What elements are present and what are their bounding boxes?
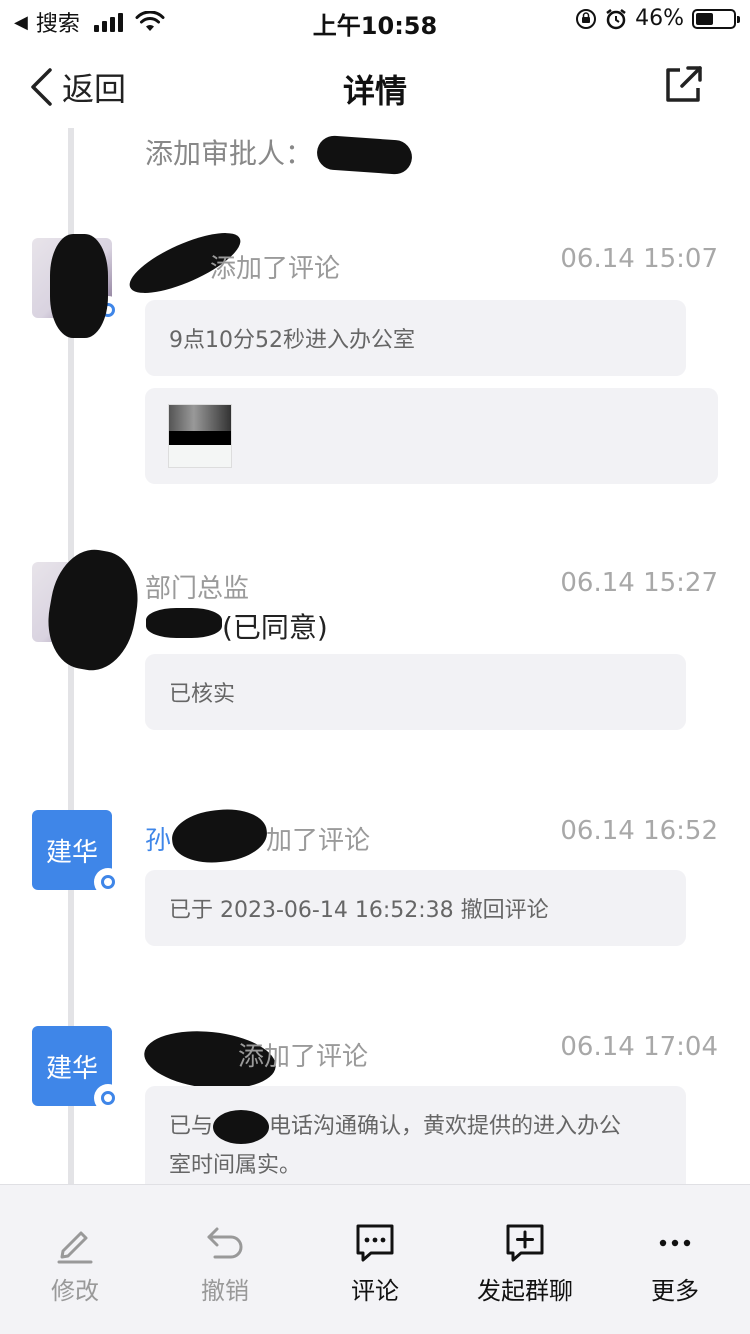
comment-label: 评论	[351, 1277, 399, 1305]
comment-bubble: 已核实	[145, 654, 686, 730]
undo-label: 撤销	[201, 1277, 249, 1305]
comment-text-line2: 室时间属实。	[169, 1152, 302, 1178]
entry-action: 添加了评论	[238, 1042, 369, 1072]
battery-icon	[692, 8, 740, 29]
more-button[interactable]: 更多	[600, 1185, 750, 1334]
comment-icon	[356, 1224, 394, 1262]
avatar-text: 建华	[45, 1053, 98, 1084]
status-bar: ◀ 搜索 上午10:58 46%	[0, 0, 750, 40]
group-chat-icon	[506, 1224, 544, 1262]
redaction-mark	[146, 608, 222, 638]
actor-name[interactable]: 孙	[145, 826, 171, 856]
pencil-icon	[57, 1231, 93, 1264]
alarm-icon	[606, 8, 626, 29]
entry-time: 06.14 15:07	[560, 244, 718, 274]
comment-text-part1: 已与	[169, 1114, 214, 1139]
battery-percent: 46%	[635, 6, 684, 31]
avatar-text: 建华	[45, 837, 98, 868]
comment-bubble: 9点10分52秒进入办公室	[145, 300, 686, 376]
comment-bubble: 已于 2023-06-14 16:52:38 撤回评论	[145, 870, 686, 946]
start-group-chat-button[interactable]: 发起群聊	[450, 1185, 600, 1334]
comment-text-part2: 电话沟通确认，黄欢提供的进入办公	[269, 1114, 622, 1139]
nav-bar: 返回 详情	[0, 50, 750, 120]
comment-button[interactable]: 评论	[300, 1185, 450, 1334]
entry-actor: 孙	[145, 820, 171, 857]
add-approver-line: 添加审批人：	[145, 132, 414, 176]
battery-fill	[696, 12, 713, 25]
avatar[interactable]: 建华	[32, 1026, 122, 1112]
redaction-mark	[213, 1110, 270, 1144]
entry-role: 部门总监	[145, 574, 250, 604]
edit-label: 修改	[51, 1277, 99, 1305]
undo-button[interactable]: 撤销	[150, 1185, 300, 1334]
comment-bubble: 已与 电话沟通确认，黄欢提供的进入办公 室时间属实。	[145, 1086, 686, 1184]
entry-time: 06.14 15:27	[560, 568, 718, 598]
undo-icon	[207, 1227, 243, 1259]
entry-time: 06.14 16:52	[560, 816, 718, 846]
edit-button[interactable]: 修改	[0, 1185, 150, 1334]
redaction-mark	[50, 234, 108, 338]
status-dot-icon	[94, 868, 122, 896]
status-dot-icon	[94, 1084, 122, 1112]
attachment-thumbnail[interactable]	[168, 404, 232, 468]
approval-status: (已同意)	[222, 611, 328, 644]
entry-time: 06.14 17:04	[560, 1032, 718, 1062]
bottom-toolbar: 修改 撤销 评论 发起群聊 更多	[0, 1184, 750, 1334]
more-icon	[659, 1239, 691, 1247]
add-approver-label: 添加审批人：	[145, 137, 314, 170]
share-icon[interactable]	[662, 62, 706, 106]
page-title: 详情	[342, 72, 407, 110]
orientation-lock-icon	[576, 8, 597, 29]
timeline-content[interactable]: 添加审批人： 添加了评论 06.14 15:07 9点10分52秒进入办公室 部…	[0, 120, 750, 1184]
status-right: 46%	[575, 6, 740, 31]
more-label: 更多	[651, 1277, 699, 1305]
redaction-mark	[315, 134, 414, 176]
avatar[interactable]: 建华	[32, 810, 122, 896]
start-group-chat-label: 发起群聊	[477, 1277, 573, 1305]
entry-action: 添加了评论	[210, 254, 341, 284]
entry-action: 加了评论	[266, 826, 371, 856]
redaction-mark	[169, 805, 270, 867]
